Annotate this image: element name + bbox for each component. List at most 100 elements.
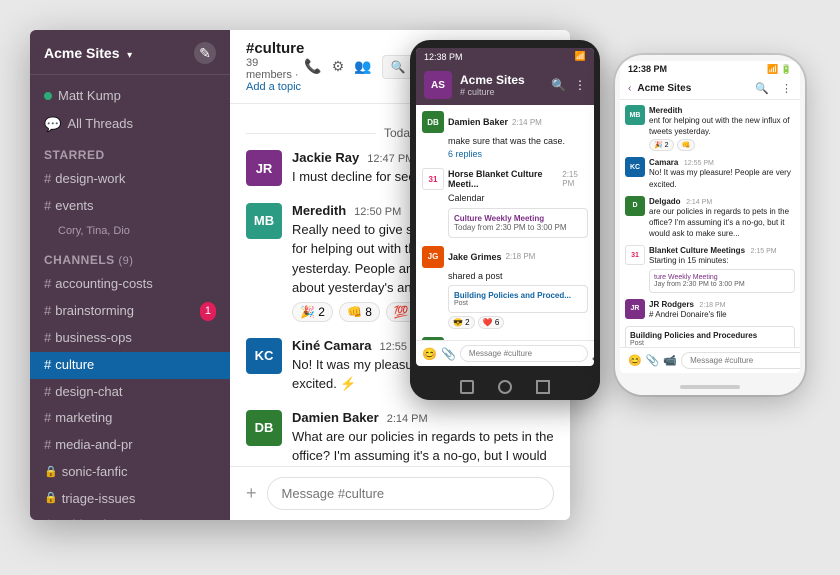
phone-event-card: Culture Weekly Meeting Today from 2:30 P…: [448, 208, 588, 238]
iphone-reaction[interactable]: 👊: [677, 139, 696, 151]
iphone-more-icon[interactable]: ⋮: [781, 82, 792, 95]
iphone-msg-meredith: MB Meredith ent for helping out with the…: [625, 105, 795, 151]
avatar: MB: [246, 203, 282, 239]
iphone-avatar: JR: [625, 299, 645, 319]
android-recents-icon[interactable]: [536, 380, 550, 394]
iphone-attach-icon[interactable]: 📎: [646, 354, 660, 367]
sidebar-item-all-threads[interactable]: 💬 All Threads: [30, 110, 230, 138]
iphone-reactions: 🎉 2 👊: [649, 139, 795, 151]
iphone-card-time: Jay from 2:30 PM to 3:00 PM: [654, 281, 790, 288]
phone-time: 2:15 PM: [562, 170, 588, 188]
new-message-button[interactable]: ✎: [194, 42, 216, 64]
sidebar-item-user[interactable]: Matt Kump: [30, 83, 230, 110]
phone-msg-jake: JG Jake Grimes 2:18 PM shared a post Bui…: [422, 246, 588, 330]
message-time: 2:14 PM: [387, 413, 428, 425]
android-nav-bar: [410, 374, 600, 400]
iphone-author: Blanket Culture Meetings: [649, 246, 745, 255]
all-threads-label: All Threads: [67, 114, 133, 135]
phone-post-title[interactable]: Building Policies and Proced...: [454, 291, 582, 300]
phone-msg-header: DB Damien Baker 2:14 PM: [422, 111, 588, 133]
iphone-avatar: MB: [625, 105, 645, 125]
channel-name: #culture: [246, 40, 304, 57]
iphone-author: Camara: [649, 158, 678, 167]
avatar: JR: [246, 150, 282, 186]
phone-reaction[interactable]: 😎 2: [448, 316, 475, 329]
sidebar-item-marketing[interactable]: # marketing: [30, 405, 230, 432]
sidebar-item-design-chat[interactable]: # design-chat: [30, 379, 230, 406]
android-workspace-name: Acme Sites: [460, 73, 551, 87]
iphone-search-icon[interactable]: 🔍: [755, 82, 769, 95]
message-author: Kiné Camara: [292, 338, 371, 353]
iphone-reaction[interactable]: 🎉 2: [649, 139, 674, 151]
iphone-video-icon[interactable]: 📹: [663, 354, 677, 367]
android-home-icon[interactable]: [498, 380, 512, 394]
iphone-msg-blanket: 31 Blanket Culture Meetings 2:15 PM Star…: [625, 245, 795, 292]
members-icon[interactable]: 👥: [354, 58, 371, 75]
avatar: DB: [246, 410, 282, 446]
member-count: 39 members: [246, 57, 292, 81]
hash-icon: #: [44, 355, 51, 376]
android-search-icon[interactable]: 🔍: [551, 78, 566, 92]
android-channel-info: Acme Sites # culture: [452, 73, 551, 97]
android-channel-icon: AS: [424, 71, 452, 99]
iphone-emoji-icon[interactable]: 😊: [628, 354, 642, 367]
message-input[interactable]: [267, 477, 554, 510]
sidebar-item-triage-issues[interactable]: 🔒 triage-issues: [30, 486, 230, 513]
hash-icon: #: [44, 274, 51, 295]
android-message-input[interactable]: [460, 345, 588, 362]
reaction[interactable]: 👊 8: [339, 302, 380, 322]
phone-reaction[interactable]: ❤️ 6: [478, 316, 505, 329]
sidebar-item-design-work[interactable]: # design-work: [30, 166, 230, 193]
reaction[interactable]: 🎉 2: [292, 302, 333, 322]
android-emoji-icon[interactable]: 😊: [422, 347, 437, 361]
channel-label: design-chat: [55, 382, 122, 403]
phone-msg-calendar: 31 Horse Blanket Culture Meeti... 2:15 P…: [422, 168, 588, 238]
sidebar-item-media-and-pr[interactable]: # media-and-pr: [30, 432, 230, 459]
sidebar-item-accounting-costs[interactable]: # accounting-costs: [30, 271, 230, 298]
android-more-icon[interactable]: ⋮: [574, 78, 586, 92]
channel-label: events: [55, 196, 93, 217]
iphone-msg-header: Blanket Culture Meetings 2:15 PM: [649, 245, 795, 255]
iphone-post-label: Post: [630, 340, 790, 347]
sidebar-item-business-ops[interactable]: # business-ops: [30, 325, 230, 352]
iphone-msg-post: Building Policies and Procedures Post: [625, 326, 795, 347]
sidebar-item-sonic-fanfic[interactable]: 🔒 sonic-fanfic: [30, 459, 230, 486]
iphone-msg-content: Delgado 2:14 PM are our policies in rega…: [649, 196, 795, 240]
android-messages: DB Damien Baker 2:14 PM make sure that w…: [416, 105, 594, 340]
phone-msg-header: 31 Horse Blanket Culture Meeti... 2:15 P…: [422, 168, 588, 190]
iphone-msg-header: JR Rodgers 2:18 PM: [649, 299, 795, 309]
iphone-msg-header: Meredith: [649, 105, 795, 115]
sidebar-item-brainstorming[interactable]: # brainstorming 1: [30, 298, 230, 325]
iphone-messages: MB Meredith ent for helping out with the…: [620, 100, 800, 347]
iphone-card-sub: ture Weekly Meeting: [654, 274, 790, 281]
message-damien-baker-1: DB Damien Baker 2:14 PM What are our pol…: [246, 410, 554, 467]
iphone-author: JR Rodgers: [649, 300, 694, 309]
iphone-back-button[interactable]: ‹: [628, 83, 631, 94]
iphone-text: ent for helping out with the new influx …: [649, 115, 795, 137]
phone-replies[interactable]: 6 replies: [422, 148, 588, 161]
add-attachment-button[interactable]: +: [246, 483, 257, 504]
phone-icon[interactable]: 📞: [304, 58, 321, 75]
add-topic[interactable]: Add a topic: [246, 81, 301, 93]
workspace-name-container[interactable]: Acme Sites ▾: [44, 45, 132, 61]
iphone-time: 2:18 PM: [699, 302, 725, 309]
workspace-name: Acme Sites: [44, 45, 119, 61]
iphone-bottom-bar: 😊 📎 📹 Send: [620, 347, 800, 373]
add-channel-button[interactable]: + Add a channel: [30, 513, 230, 520]
android-attachment-icon[interactable]: 📎: [441, 347, 456, 361]
sidebar-item-culture[interactable]: # culture: [30, 352, 230, 379]
info-icon[interactable]: ⚙: [332, 58, 345, 75]
iphone-nav: ‹ Acme Sites 🔍 ⋮: [620, 78, 800, 100]
android-back-icon[interactable]: [460, 380, 474, 394]
phone-event-time: Today from 2:30 PM to 3:00 PM: [454, 223, 582, 232]
iphone-time: 12:38 PM: [628, 64, 667, 75]
channel-label: triage-issues: [62, 489, 136, 510]
android-channel-label: # culture: [460, 87, 551, 97]
message-text: What are our policies in regards to pets…: [292, 427, 554, 467]
iphone-message-input[interactable]: [681, 352, 800, 369]
iphone: 12:38 PM 📶 🔋 ‹ Acme Sites 🔍 ⋮ MB: [615, 55, 805, 395]
android-audio-icon[interactable]: 🎤: [592, 347, 594, 361]
sidebar-item-events[interactable]: # events: [30, 193, 230, 220]
channel-label: design-work: [55, 169, 125, 190]
hash-icon: #: [44, 408, 51, 429]
